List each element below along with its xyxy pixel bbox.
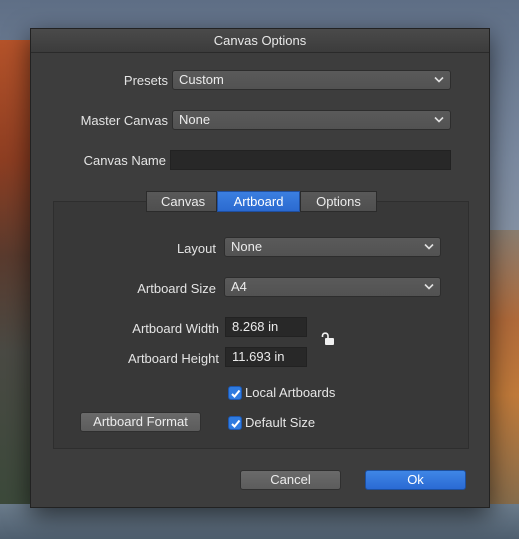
local-artboards-label: Local Artboards (245, 385, 336, 400)
canvas-name-label: Canvas Name (83, 153, 166, 168)
checkmark-icon (231, 419, 241, 428)
artboard-width-input[interactable]: 8.268 in (225, 317, 307, 337)
artboard-size-value: A4 (231, 279, 247, 294)
artboard-height-input[interactable]: 11.693 in (225, 347, 307, 367)
tab-canvas[interactable]: Canvas (146, 191, 217, 212)
desktop-wallpaper-bottom (0, 504, 519, 539)
presets-value: Custom (179, 72, 224, 87)
cancel-button[interactable]: Cancel (240, 470, 341, 490)
tab-bar: Canvas Artboard Options (146, 191, 377, 212)
tab-options[interactable]: Options (300, 191, 377, 212)
chevron-down-icon (434, 116, 444, 123)
artboard-size-label: Artboard Size (137, 281, 216, 296)
canvas-name-input[interactable] (170, 150, 451, 170)
master-canvas-select[interactable]: None (172, 110, 451, 130)
ok-button[interactable]: Ok (365, 470, 466, 490)
master-canvas-value: None (179, 112, 211, 127)
local-artboards-checkbox[interactable] (228, 386, 242, 400)
canvas-options-dialog: Canvas Options Presets Custom Master Can… (30, 28, 490, 508)
tab-artboard[interactable]: Artboard (217, 191, 300, 212)
artboard-format-button[interactable]: Artboard Format (80, 412, 201, 432)
artboard-width-label: Artboard Width (132, 321, 219, 336)
chevron-down-icon (434, 76, 444, 83)
chevron-down-icon (424, 283, 434, 290)
unlocked-padlock-icon[interactable] (321, 331, 337, 347)
checkmark-icon (231, 389, 241, 398)
artboard-size-select[interactable]: A4 (224, 277, 441, 297)
presets-select[interactable]: Custom (172, 70, 451, 90)
default-size-label: Default Size (245, 415, 316, 430)
layout-value: None (231, 239, 263, 254)
chevron-down-icon (424, 243, 434, 250)
default-size-checkbox[interactable] (228, 416, 242, 430)
desktop-wallpaper-right (489, 230, 519, 530)
dialog-title: Canvas Options (31, 29, 489, 53)
layout-label: Layout (176, 241, 216, 256)
artboard-height-label: Artboard Height (127, 351, 219, 366)
master-canvas-label: Master Canvas (80, 113, 168, 128)
layout-select[interactable]: None (224, 237, 441, 257)
presets-label: Presets (123, 73, 168, 88)
